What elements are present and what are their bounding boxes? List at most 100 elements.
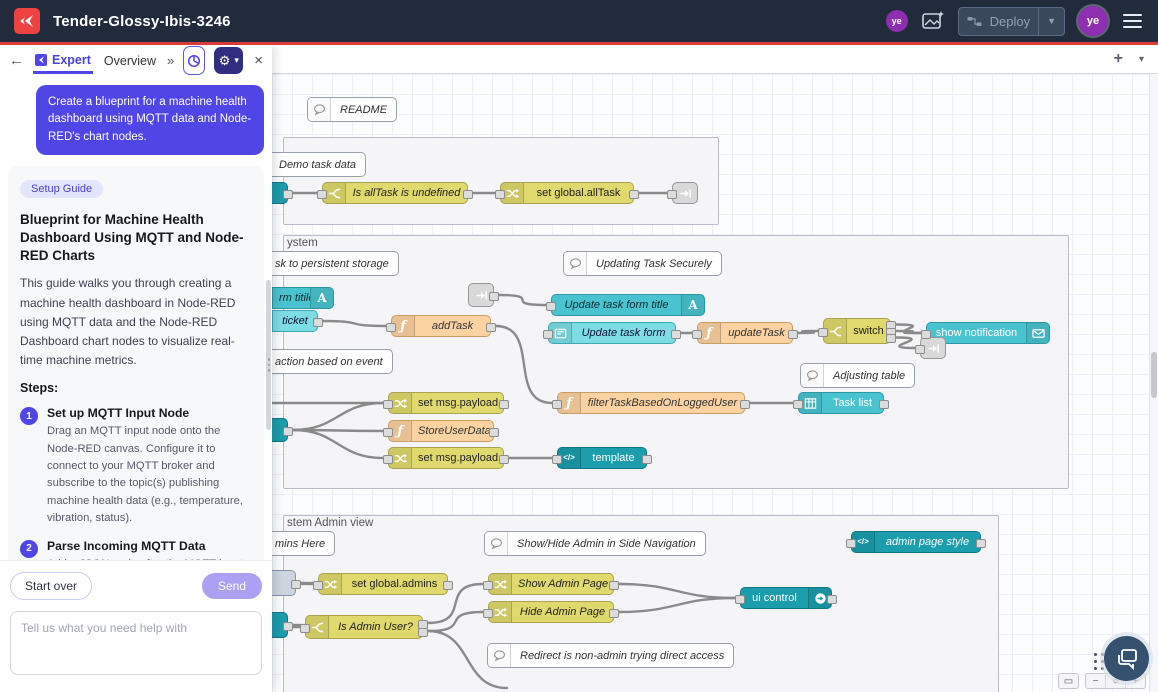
close-icon[interactable]: × xyxy=(254,52,263,69)
settings-button[interactable]: ⚙ ▾ xyxy=(214,47,243,74)
comment-node[interactable]: mins Here xyxy=(272,531,335,556)
input-port[interactable] xyxy=(546,302,556,311)
flow-node-ticket[interactable]: ticket xyxy=(272,310,318,332)
flow-node-setAllTask[interactable]: set global.allTask xyxy=(500,182,634,204)
input-port[interactable] xyxy=(818,328,828,337)
comment-node[interactable]: Updating Task Securely xyxy=(563,251,722,276)
output-port[interactable] xyxy=(283,190,293,199)
panel-resize-handle[interactable] xyxy=(266,358,272,372)
output-port[interactable] xyxy=(291,580,301,589)
input-port[interactable] xyxy=(915,345,925,354)
flow-node-updateTask[interactable]: ƒupdateTask xyxy=(697,322,793,344)
output-port[interactable] xyxy=(609,581,619,590)
ai-image-icon[interactable] xyxy=(921,10,945,32)
input-port[interactable] xyxy=(483,609,493,618)
usage-pie-button[interactable] xyxy=(183,46,205,75)
chat-fab[interactable] xyxy=(1104,636,1149,681)
output-port[interactable] xyxy=(976,539,986,548)
flow-node-switch[interactable]: switch xyxy=(823,318,891,344)
output-port[interactable] xyxy=(740,400,750,409)
canvas-vertical-scrollbar[interactable] xyxy=(1149,74,1158,692)
input-port[interactable] xyxy=(383,455,393,464)
output-port[interactable] xyxy=(499,400,509,409)
output-port[interactable] xyxy=(886,334,896,343)
comment-node[interactable]: README xyxy=(307,97,397,122)
output-port[interactable] xyxy=(788,330,798,339)
flow-node-storeUser[interactable]: ƒStoreUserData xyxy=(388,420,494,442)
scrollbar-thumb[interactable] xyxy=(1151,352,1157,398)
output-port[interactable] xyxy=(629,190,639,199)
flow-node-uiControl[interactable]: ui control xyxy=(740,587,832,609)
input-port[interactable] xyxy=(495,190,505,199)
tab-overview[interactable]: Overview xyxy=(102,48,158,74)
flow-node-showAdmin[interactable]: Show Admin Page xyxy=(488,573,614,595)
input-port[interactable] xyxy=(300,624,310,633)
output-port[interactable] xyxy=(609,609,619,618)
output-port[interactable] xyxy=(418,628,428,637)
input-port[interactable] xyxy=(313,581,323,590)
input-port[interactable] xyxy=(793,400,803,409)
input-port[interactable] xyxy=(483,581,493,590)
flow-node-linkA[interactable] xyxy=(468,283,494,307)
flow-node-linkB[interactable] xyxy=(920,337,946,359)
flow-canvas[interactable]: ystemstem Admin viewREADMEDemo task data… xyxy=(272,74,1158,692)
add-flow-button[interactable]: + xyxy=(1114,50,1123,68)
menu-icon[interactable] xyxy=(1121,10,1144,33)
input-port[interactable] xyxy=(383,428,393,437)
output-port[interactable] xyxy=(489,292,499,301)
flow-node-inject3[interactable] xyxy=(272,570,296,596)
presence-avatar[interactable]: ye xyxy=(886,10,908,32)
output-port[interactable] xyxy=(642,455,652,464)
input-port[interactable] xyxy=(667,190,677,199)
output-port[interactable] xyxy=(489,428,499,437)
flow-node-sliver3[interactable] xyxy=(272,612,288,638)
output-port[interactable] xyxy=(313,318,323,327)
output-port[interactable] xyxy=(443,581,453,590)
flow-node-hideAdmin[interactable]: Hide Admin Page xyxy=(488,601,614,623)
flow-node-set1[interactable]: set msg.payload xyxy=(388,392,504,414)
flow-node-addTask[interactable]: ƒaddTask xyxy=(391,315,491,337)
flow-node-filter[interactable]: ƒfilterTaskBasedOnLoggedUser xyxy=(557,392,745,414)
panel-scrollbar-thumb[interactable] xyxy=(266,280,271,430)
output-port[interactable] xyxy=(499,455,509,464)
output-port[interactable] xyxy=(463,190,473,199)
deploy-button[interactable]: Deploy ▼ xyxy=(958,7,1065,36)
flow-list-caret-icon[interactable]: ▾ xyxy=(1139,54,1144,65)
zoom-out-button[interactable]: − xyxy=(1086,674,1106,688)
flow-node-setAdmins[interactable]: set global.admins xyxy=(318,573,448,595)
comment-node[interactable]: sk to persistent storage xyxy=(272,251,399,276)
flow-node-linkOut1[interactable] xyxy=(672,182,698,204)
flow-node-updTitle[interactable]: Update task form titleA xyxy=(551,294,705,316)
minimap-button[interactable]: ▭ xyxy=(1059,674,1078,688)
flow-node-template[interactable]: </>template xyxy=(557,447,647,469)
input-port[interactable] xyxy=(317,190,327,199)
input-port[interactable] xyxy=(552,455,562,464)
comment-node[interactable]: Redirect is non-admin trying direct acce… xyxy=(487,643,734,668)
send-button[interactable]: Send xyxy=(202,573,262,599)
flow-node-updForm[interactable]: Update task form xyxy=(548,322,676,344)
output-port[interactable] xyxy=(486,323,496,332)
input-port[interactable] xyxy=(735,595,745,604)
flow-node-isAllTask[interactable]: Is allTask is undefined xyxy=(322,182,468,204)
output-port[interactable] xyxy=(283,622,293,631)
comment-node[interactable]: action based on event xyxy=(272,349,393,374)
flow-node-demoSrc[interactable] xyxy=(272,182,288,204)
tab-expert[interactable]: Expert xyxy=(33,47,93,74)
input-port[interactable] xyxy=(386,323,396,332)
flow-node-isAdmin[interactable]: Is Admin User? xyxy=(305,615,423,639)
output-port[interactable] xyxy=(827,595,837,604)
help-input[interactable] xyxy=(10,611,262,675)
input-port[interactable] xyxy=(543,330,553,339)
drag-handle-icon[interactable] xyxy=(1094,653,1104,670)
flow-node-taskList[interactable]: Task list xyxy=(798,392,884,414)
flow-node-sliver2[interactable] xyxy=(272,418,288,442)
back-arrow-icon[interactable]: ← xyxy=(9,52,24,69)
flow-node-adminStyle[interactable]: </>admin page style xyxy=(851,531,981,553)
input-port[interactable] xyxy=(552,400,562,409)
comment-node[interactable]: Show/Hide Admin in Side Navigation xyxy=(484,531,706,556)
deploy-caret-icon[interactable]: ▼ xyxy=(1047,16,1056,26)
input-port[interactable] xyxy=(692,330,702,339)
comment-node[interactable]: Adjusting table xyxy=(800,363,915,388)
flow-node-set2[interactable]: set msg.payload xyxy=(388,447,504,469)
input-port[interactable] xyxy=(846,539,856,548)
